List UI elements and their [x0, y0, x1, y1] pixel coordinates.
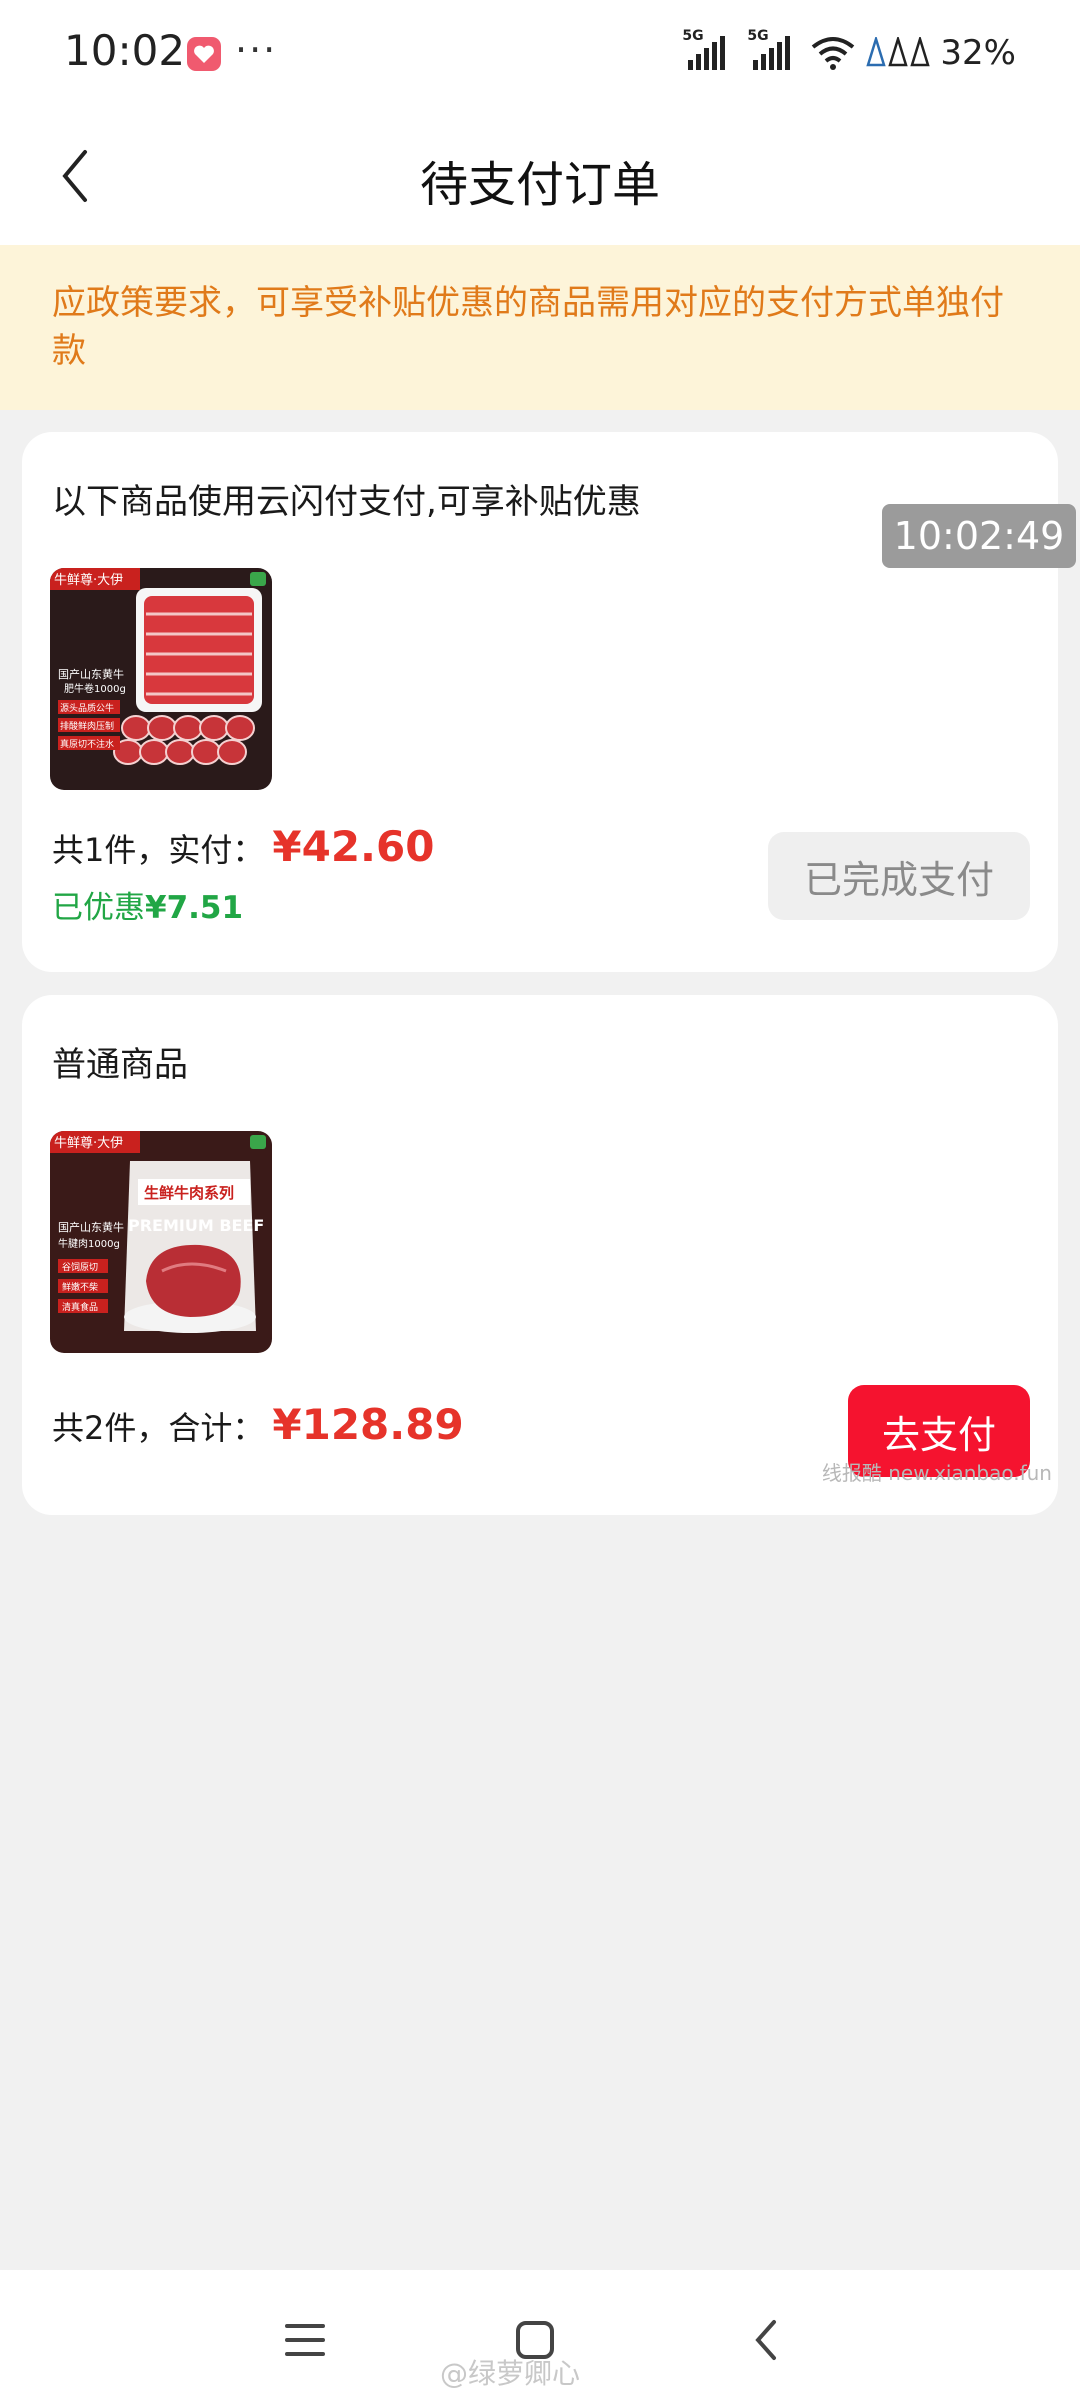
thumb-line: 真原切不注水 — [60, 738, 114, 750]
order-summary: 共2件，合计： ¥128.89 — [52, 1400, 464, 1449]
thumb-line: 牛腱肉1000g — [58, 1237, 120, 1250]
thumb-brand: 牛鲜尊·大伊 — [54, 1135, 123, 1151]
thumb-line: 清真食品 — [62, 1301, 98, 1313]
network-type: 5G — [682, 28, 704, 44]
thumb-line: 谷饲原切 — [62, 1261, 98, 1273]
product-image-beef-shank[interactable]: 牛鲜尊·大伊 生鲜牛肉系列 PREMIUM BEEF 国产山东黄牛 牛腱肉100… — [50, 1131, 272, 1353]
header: 待支付订单 — [0, 105, 1080, 245]
thumb-bag-english: PREMIUM BEEF — [128, 1216, 264, 1235]
total-amount: ¥128.89 — [272, 1400, 464, 1449]
status-bar: 10:02 ··· 5G 5G 32% — [0, 0, 1080, 105]
thumb-brand: 牛鲜尊·大伊 — [54, 572, 123, 588]
item-count-label: 共1件，实付： — [52, 831, 265, 869]
thumb-line: 国产山东黄牛 — [58, 1220, 124, 1234]
thumb-line: 排酸鲜肉压制 — [60, 720, 114, 732]
order-card-title: 以下商品使用云闪付支付,可享补贴优惠 — [52, 482, 641, 522]
status-icons: 5G 5G 32% — [682, 28, 1016, 76]
network-type: 5G — [747, 28, 769, 44]
menu-icon — [285, 2324, 325, 2356]
signal-icon: 5G — [747, 28, 791, 70]
discount-amount: ¥7.51 — [145, 890, 244, 926]
discount-info: 已优惠¥7.51 — [52, 882, 243, 927]
signal-icon: 5G — [682, 28, 726, 70]
paid-amount: ¥42.60 — [272, 822, 435, 871]
menu-button[interactable] — [270, 2310, 340, 2370]
thumb-line: 肥牛卷1000g — [64, 682, 126, 695]
policy-notice: 应政策要求，可享受补贴优惠的商品需用对应的支付方式单独付款 — [0, 245, 1080, 410]
item-count-label: 共2件，合计： — [52, 1409, 265, 1447]
discount-label: 已优惠 — [52, 890, 145, 926]
thumb-bag-label: 生鲜牛肉系列 — [144, 1184, 234, 1202]
wifi-icon — [812, 37, 855, 70]
system-back-button[interactable] — [730, 2310, 800, 2370]
order-summary: 共1件，实付： ¥42.60 — [52, 822, 434, 871]
timestamp-overlay: 10:02:49 — [882, 504, 1076, 568]
status-time: 10:02 — [64, 26, 186, 75]
battery-level: 32% — [940, 33, 1016, 73]
tree-icons — [866, 37, 931, 67]
site-watermark: 线报酷 new.xianbao.fun — [821, 1461, 1052, 1485]
page-title: 待支付订单 — [419, 157, 660, 213]
more-notifications-icon: ··· — [235, 28, 278, 72]
order-card-regular: 普通商品 牛鲜尊·大伊 生鲜牛肉系列 PREMIUM BEEF 国产山东黄牛 牛… — [22, 995, 1058, 1515]
product-image-beef-rolls[interactable]: 牛鲜尊·大伊 国产山东黄牛 肥牛卷1000g 源头品质公牛 排酸鲜肉压制 真原切… — [50, 568, 272, 790]
chevron-left-icon — [755, 2320, 776, 2360]
thumb-line: 鲜嫩不柴 — [62, 1281, 98, 1293]
thumb-line: 国产山东黄牛 — [58, 667, 124, 681]
health-app-icon — [187, 37, 221, 71]
thumb-line: 源头品质公牛 — [60, 702, 114, 714]
payment-completed-button[interactable]: 已完成支付 — [768, 832, 1030, 920]
weibo-watermark: @绿萝卿心 — [440, 2357, 581, 2390]
order-card-title: 普通商品 — [52, 1045, 188, 1085]
